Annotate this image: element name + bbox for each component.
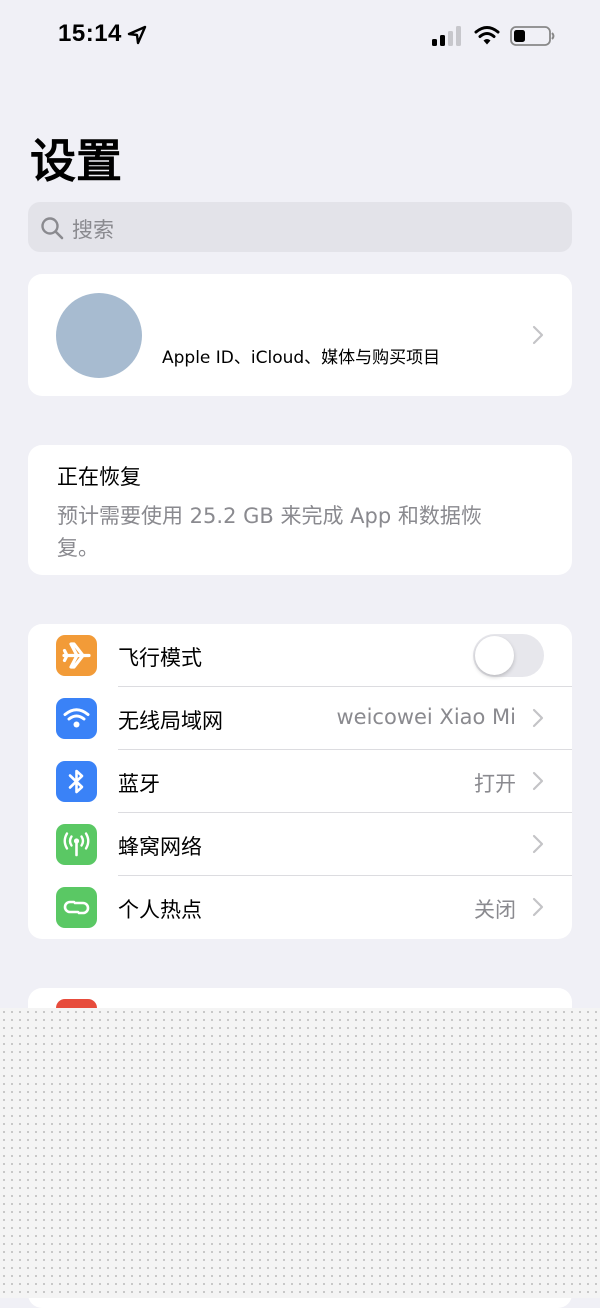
settings-row-label: 蓝牙	[118, 772, 160, 796]
settings-row-label: 无线局域网	[118, 709, 223, 733]
wifi-status-icon	[474, 26, 500, 45]
hotspot-link-icon	[56, 887, 97, 928]
bluetooth-status: 打开	[474, 772, 516, 796]
battery-icon	[510, 26, 555, 46]
settings-row-label: 个人热点	[118, 898, 202, 922]
settings-row-label: 飞行模式	[118, 646, 202, 670]
page-title: 设置	[30, 134, 122, 188]
chevron-right-icon	[532, 708, 544, 728]
hotspot-status: 关闭	[474, 898, 516, 922]
chevron-right-icon	[532, 834, 544, 854]
chevron-right-icon	[532, 771, 544, 791]
connectivity-settings-group: 飞行模式 无线局域网 weicowei Xiao Mi 蓝牙 打开 蜂窝网络 个…	[28, 624, 572, 939]
restore-status-card: 正在恢复 预计需要使用 25.2 GB 来完成 App 和数据恢复。	[28, 445, 572, 575]
restore-description: 预计需要使用 25.2 GB 来完成 App 和数据恢复。	[57, 504, 482, 560]
dotted-overlay	[0, 1008, 600, 1298]
search-bar[interactable]: 搜索	[28, 202, 572, 252]
apple-id-subtitle: Apple ID、iCloud、媒体与购买项目	[162, 348, 441, 368]
airplane-icon	[56, 635, 97, 676]
cellular-antenna-icon	[56, 824, 97, 865]
wifi-icon	[56, 698, 97, 739]
chevron-right-icon	[532, 325, 544, 345]
search-icon	[41, 217, 64, 240]
restore-title: 正在恢复	[57, 465, 141, 489]
settings-row-personal-hotspot[interactable]: 个人热点 关闭	[28, 876, 572, 939]
airplane-mode-toggle[interactable]	[473, 634, 544, 677]
settings-row-cellular[interactable]: 蜂窝网络	[28, 813, 572, 876]
settings-row-label: 蜂窝网络	[118, 835, 202, 859]
location-arrow-icon	[127, 25, 147, 45]
status-bar: 15:14	[0, 0, 600, 70]
toggle-knob	[475, 636, 514, 675]
bluetooth-icon	[56, 761, 97, 802]
settings-row-wlan[interactable]: 无线局域网 weicowei Xiao Mi	[28, 687, 572, 750]
apple-id-card[interactable]: Apple ID、iCloud、媒体与购买项目	[28, 274, 572, 396]
cellular-signal-icon	[432, 26, 461, 46]
wlan-network-name: weicowei Xiao Mi	[336, 705, 517, 729]
status-time: 15:14	[58, 20, 122, 47]
settings-row-airplane-mode[interactable]: 飞行模式	[28, 624, 572, 687]
avatar	[56, 293, 142, 378]
settings-row-bluetooth[interactable]: 蓝牙 打开	[28, 750, 572, 813]
chevron-right-icon	[532, 897, 544, 917]
search-placeholder: 搜索	[72, 218, 114, 242]
